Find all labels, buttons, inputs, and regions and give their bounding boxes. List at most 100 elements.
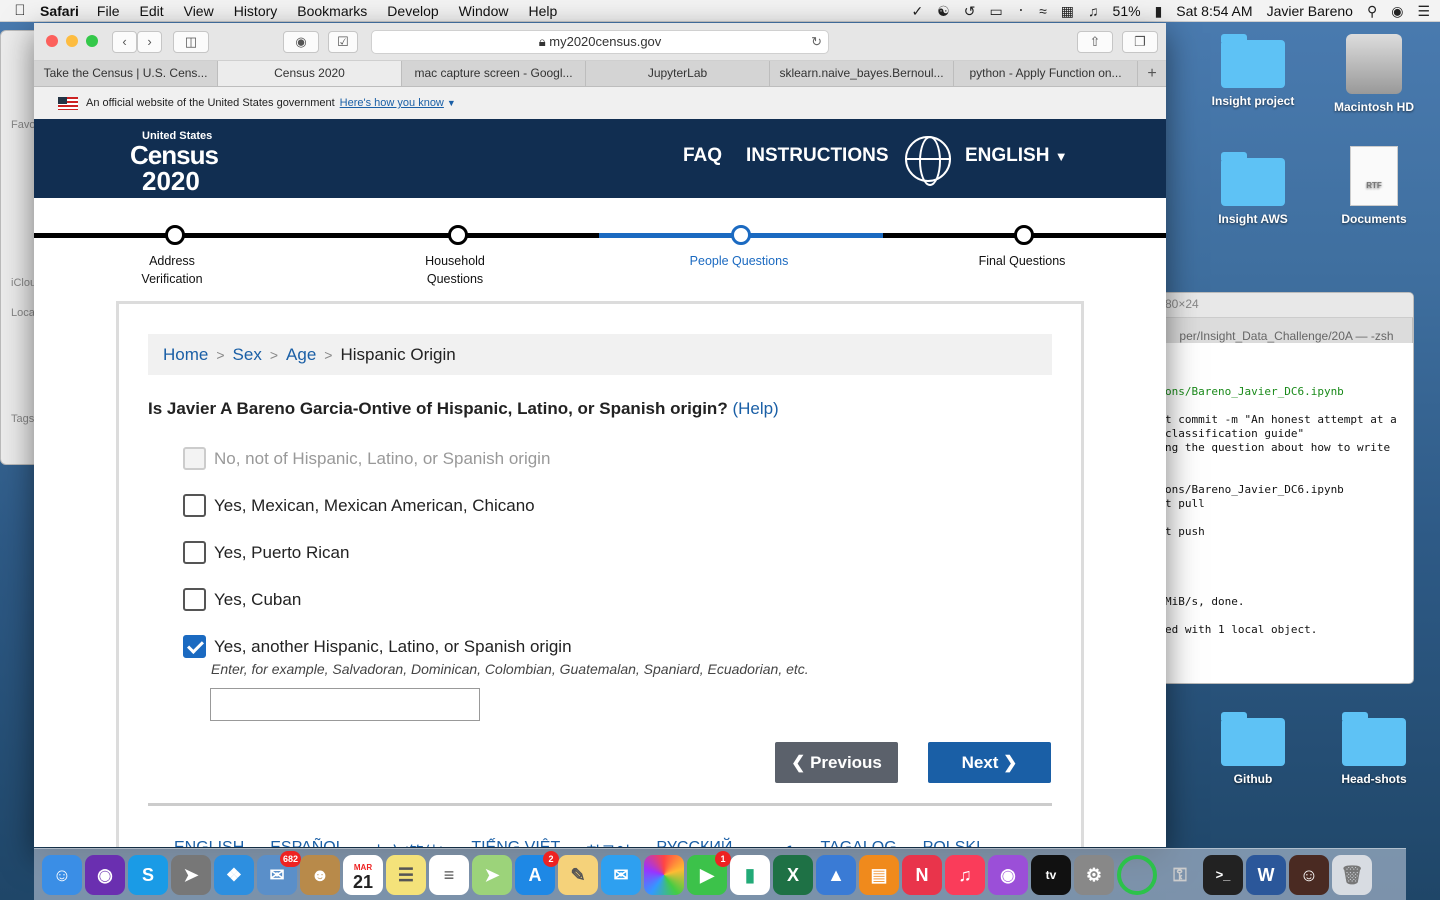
terminal-icon[interactable]: >_ <box>1203 854 1243 895</box>
checkbox-extension-icon[interactable]: ☑ <box>328 31 358 53</box>
accessibility-icon[interactable]: ☯ <box>937 3 950 20</box>
apple-tv-icon[interactable]: tv <box>1031 854 1071 895</box>
address-bar[interactable]: 🔒︎ my2020census.gov ↻ <box>371 30 829 54</box>
help-link[interactable]: (Help) <box>732 399 778 418</box>
language-link[interactable]: 한국어 <box>586 839 630 847</box>
language-link[interactable]: ESPAÑOL <box>270 839 344 847</box>
activity-ring-icon[interactable] <box>1117 854 1157 895</box>
system-preferences-icon[interactable]: ⚙ <box>1074 854 1114 895</box>
siri-icon[interactable]: ◉ <box>1391 3 1403 20</box>
trash-icon[interactable]: 🗑︎ <box>1332 854 1372 895</box>
back-button[interactable]: ‹ <box>112 31 137 53</box>
photo-thumbnail-icon[interactable]: ☺ <box>1289 854 1329 895</box>
census-logo[interactable]: United States Census 2020 <box>130 131 219 195</box>
language-link[interactable]: TAGALOG <box>821 839 897 847</box>
browser-tab[interactable]: mac capture screen - Googl... <box>402 61 586 86</box>
reminders-icon[interactable]: ≡ <box>429 854 469 895</box>
bluetooth-icon[interactable]: ᛫ <box>1017 3 1025 19</box>
word-icon[interactable]: W <box>1246 854 1286 895</box>
vpn-status-icon[interactable]: ✓ <box>911 3 923 20</box>
browser-tab[interactable]: python - Apply Function on... <box>954 61 1138 86</box>
notification-center-icon[interactable]: ☰ <box>1417 3 1430 20</box>
new-tab-button[interactable]: + <box>1138 61 1166 86</box>
language-link[interactable]: عربي <box>758 839 794 847</box>
menu-help[interactable]: Help <box>528 3 557 19</box>
desktop-drive-macintosh-hd[interactable]: Macintosh HD <box>1319 34 1429 114</box>
extension-icon[interactable]: ◉ <box>283 31 319 53</box>
battery-percent[interactable]: 51% <box>1113 3 1141 19</box>
wifi-icon[interactable]: ≈ <box>1039 3 1047 19</box>
reload-icon[interactable]: ↻ <box>811 31 822 53</box>
terminal-tab[interactable]: per/Insight_Data_Challenge/20A — -zsh <box>1161 317 1413 343</box>
language-link[interactable]: POLSKI <box>923 839 981 847</box>
option-mexican[interactable]: Yes, Mexican, Mexican American, Chicano <box>183 494 535 517</box>
volume-icon[interactable]: ♫ <box>1088 3 1099 19</box>
browser-tab[interactable]: Take the Census | U.S. Cens... <box>34 61 218 86</box>
news-icon[interactable]: N <box>902 854 942 895</box>
browser-tab[interactable]: JupyterLab <box>586 61 770 86</box>
next-button[interactable]: Next ❯ <box>928 742 1051 783</box>
maps-icon[interactable]: ➤ <box>472 854 512 895</box>
tab-overview-icon[interactable]: ❐ <box>1122 31 1158 53</box>
podcasts-icon[interactable]: ◉ <box>988 854 1028 895</box>
option-cuban[interactable]: Yes, Cuban <box>183 588 301 611</box>
language-selector[interactable]: ENGLISH ▼ <box>965 145 1068 167</box>
music-icon[interactable]: ♫ <box>945 854 985 895</box>
battery-icon[interactable]: ▮ <box>1155 3 1163 20</box>
desktop-folder-insight-aws[interactable]: Insight AWS <box>1198 152 1308 226</box>
desktop-folder-insight-project[interactable]: Insight project <box>1198 34 1308 108</box>
sidebar-toggle-icon[interactable]: ◫ <box>173 31 209 53</box>
books-icon[interactable]: ▤ <box>859 854 899 895</box>
faq-link[interactable]: FAQ <box>683 145 722 167</box>
notes-icon[interactable]: ☰ <box>386 854 426 895</box>
checkbox-cuban[interactable] <box>183 588 206 611</box>
time-machine-icon[interactable]: ↺ <box>964 3 976 20</box>
keynote-icon[interactable]: ▲ <box>816 854 856 895</box>
desktop-folder-head-shots[interactable]: Head-shots <box>1319 712 1429 786</box>
gov-banner-link[interactable]: Here's how you know <box>340 97 444 109</box>
previous-button[interactable]: ❮ Previous <box>775 742 898 783</box>
contacts-icon[interactable]: ☻ <box>300 854 340 895</box>
forward-button[interactable]: › <box>137 31 162 53</box>
language-link[interactable]: TIẾNG VIỆT <box>471 839 560 847</box>
photos-icon[interactable] <box>644 854 684 895</box>
preview-icon[interactable]: ✎ <box>558 854 598 895</box>
messages-icon[interactable]: ✉ <box>601 854 641 895</box>
menu-app-name[interactable]: Safari <box>40 3 79 19</box>
other-origin-input[interactable] <box>210 688 480 721</box>
share-icon[interactable]: ⇧ <box>1077 31 1113 53</box>
menubar-user[interactable]: Javier Bareno <box>1267 3 1353 19</box>
apple-menu-icon[interactable]:  <box>0 2 40 19</box>
option-not-hispanic[interactable]: No, not of Hispanic, Latino, or Spanish … <box>183 447 550 470</box>
numbers-icon[interactable]: ▮ <box>730 854 770 895</box>
spotlight-search-icon[interactable]: ⚲ <box>1367 3 1377 20</box>
checkbox-mexican[interactable] <box>183 494 206 517</box>
launchpad-icon[interactable]: ➤ <box>171 854 211 895</box>
browser-tab-active[interactable]: Census 2020 <box>218 61 402 86</box>
calendar-icon[interactable]: MAR 21 <box>343 854 383 895</box>
finder-icon[interactable]: ☺ <box>42 854 82 895</box>
siri-icon[interactable]: ◉ <box>85 854 125 895</box>
keychain-icon[interactable]: ⚿ <box>1160 855 1200 895</box>
option-puerto-rican[interactable]: Yes, Puerto Rican <box>183 541 349 564</box>
menu-develop[interactable]: Develop <box>387 3 438 19</box>
terminal-window[interactable]: 80×24 per/Insight_Data_Challenge/20A — -… <box>1160 292 1414 684</box>
desktop-file-documents[interactable]: RTF Documents <box>1319 146 1429 226</box>
option-another-hispanic[interactable]: Yes, another Hispanic, Latino, or Spanis… <box>183 635 572 658</box>
menu-file[interactable]: File <box>97 3 120 19</box>
instructions-link[interactable]: INSTRUCTIONS <box>746 145 889 167</box>
browser-tab[interactable]: sklearn.naive_bayes.Bernoul... <box>770 61 954 86</box>
minimize-window-button[interactable] <box>66 35 78 47</box>
menu-bookmarks[interactable]: Bookmarks <box>297 3 367 19</box>
checkbox-not-hispanic[interactable] <box>183 447 206 470</box>
input-source-flag-icon[interactable]: ▦ <box>1061 3 1074 20</box>
checkbox-another-hispanic[interactable] <box>183 635 206 658</box>
breadcrumb-age[interactable]: Age <box>286 345 316 364</box>
breadcrumb-home[interactable]: Home <box>163 345 208 364</box>
menu-history[interactable]: History <box>234 3 278 19</box>
skype-icon[interactable]: S <box>128 854 168 895</box>
menu-edit[interactable]: Edit <box>139 3 163 19</box>
safari-icon[interactable]: ❖ <box>214 854 254 895</box>
menubar-clock[interactable]: Sat 8:54 AM <box>1176 3 1252 19</box>
airplay-icon[interactable]: ▭ <box>989 3 1002 20</box>
